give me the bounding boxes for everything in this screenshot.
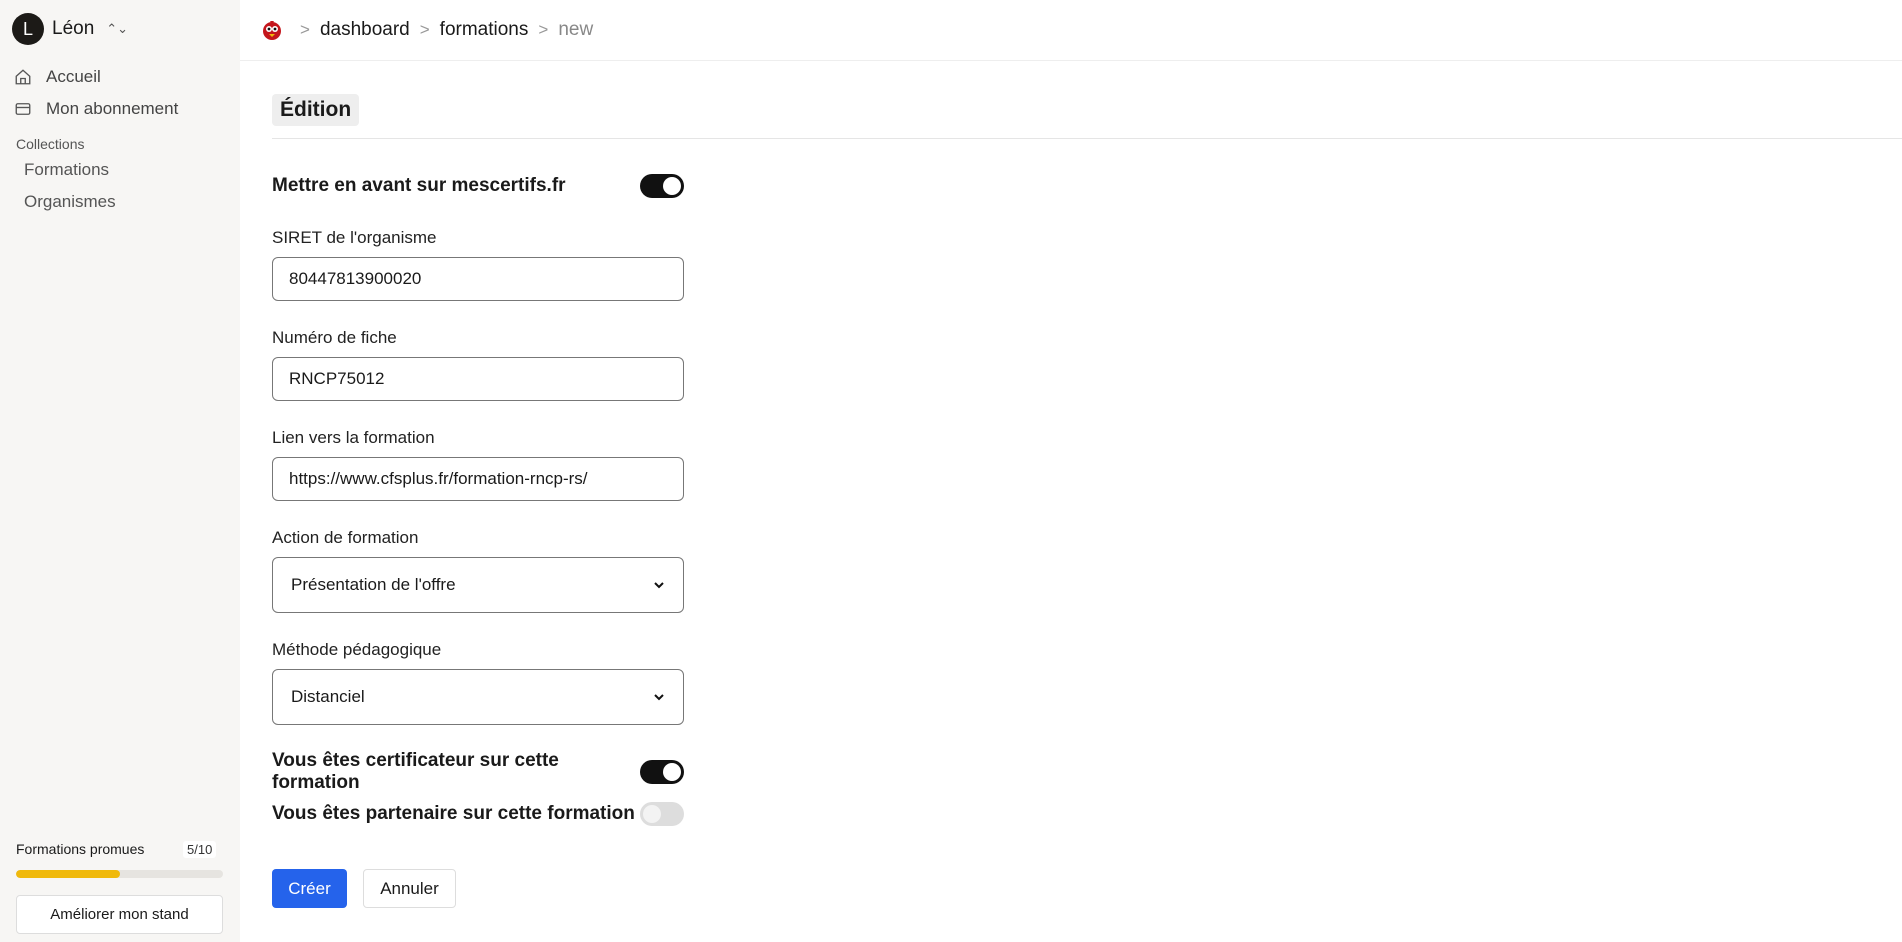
bird-logo-icon[interactable] (260, 18, 284, 42)
fiche-input[interactable] (272, 357, 684, 401)
promo-count: 5/10 (183, 841, 217, 858)
chevron-up-down-icon: ⌃⌄ (106, 21, 129, 36)
card-icon (15, 103, 31, 115)
avatar: L (12, 13, 44, 45)
methode-select[interactable]: Distanciel (272, 669, 684, 725)
certificateur-toggle[interactable] (640, 760, 684, 784)
breadcrumb-separator: > (538, 20, 549, 39)
breadcrumb-current: new (558, 19, 594, 40)
highlight-toggle-row: Mettre en avant sur mescertifs.fr (272, 174, 684, 198)
toggle-knob (663, 763, 681, 781)
chevron-down-icon (654, 694, 664, 701)
toggle-knob (663, 177, 681, 195)
cancel-button[interactable]: Annuler (363, 869, 456, 908)
collections-heading: Collections (16, 136, 85, 152)
promo-progress-bar (16, 870, 223, 878)
breadcrumb: > dashboard > formations > new (240, 0, 1902, 61)
sidebar-item-accueil[interactable]: Accueil (14, 67, 101, 87)
breadcrumb-dashboard[interactable]: dashboard (320, 19, 410, 41)
divider (272, 138, 1902, 139)
certificateur-toggle-label: Vous êtes certificateur sur cette format… (272, 750, 559, 793)
breadcrumb-separator: > (419, 20, 430, 39)
section-title: Édition (272, 94, 360, 126)
siret-input[interactable] (272, 257, 684, 301)
action-label: Action de formation (272, 528, 419, 547)
highlight-toggle-label: Mettre en avant sur mescertifs.fr (272, 175, 566, 196)
sidebar: L Léon ⌃⌄ Accueil Mon abonnement Collect… (0, 0, 240, 942)
toggle-knob (643, 805, 661, 823)
partenaire-toggle-row: Vous êtes partenaire sur cette formation (272, 802, 684, 826)
methode-select-value: Distanciel (291, 687, 365, 706)
highlight-toggle[interactable] (640, 174, 684, 198)
breadcrumb-formations[interactable]: formations (440, 19, 529, 41)
methode-label: Méthode pédagogique (272, 640, 442, 659)
promo-progress-fill (16, 870, 120, 878)
chevron-down-icon (654, 582, 664, 589)
home-icon (15, 69, 31, 85)
sidebar-item-label: Mon abonnement (46, 99, 179, 118)
action-select-value: Présentation de l'offre (291, 575, 456, 594)
upgrade-stand-button[interactable]: Améliorer mon stand (16, 895, 223, 934)
user-name: Léon (52, 18, 95, 39)
main-content: > dashboard > formations > new Édition M… (240, 0, 1902, 942)
create-button[interactable]: Créer (272, 869, 347, 908)
partenaire-toggle-label: Vous êtes partenaire sur cette formation (272, 803, 635, 824)
sidebar-item-organismes[interactable]: Organismes (24, 192, 116, 212)
sidebar-item-label: Accueil (46, 67, 101, 86)
breadcrumb-separator: > (300, 20, 310, 39)
promo-label: Formations promues (16, 841, 145, 857)
sidebar-item-abonnement[interactable]: Mon abonnement (14, 99, 178, 119)
user-switcher[interactable]: L Léon ⌃⌄ (12, 13, 128, 45)
siret-label: SIRET de l'organisme (272, 228, 437, 247)
fiche-label: Numéro de fiche (272, 328, 397, 347)
certificateur-toggle-row: Vous êtes certificateur sur cette format… (272, 750, 684, 794)
lien-label: Lien vers la formation (272, 428, 435, 447)
partenaire-toggle[interactable] (640, 802, 684, 826)
lien-input[interactable] (272, 457, 684, 501)
action-select[interactable]: Présentation de l'offre (272, 557, 684, 613)
sidebar-item-formations[interactable]: Formations (24, 160, 109, 180)
